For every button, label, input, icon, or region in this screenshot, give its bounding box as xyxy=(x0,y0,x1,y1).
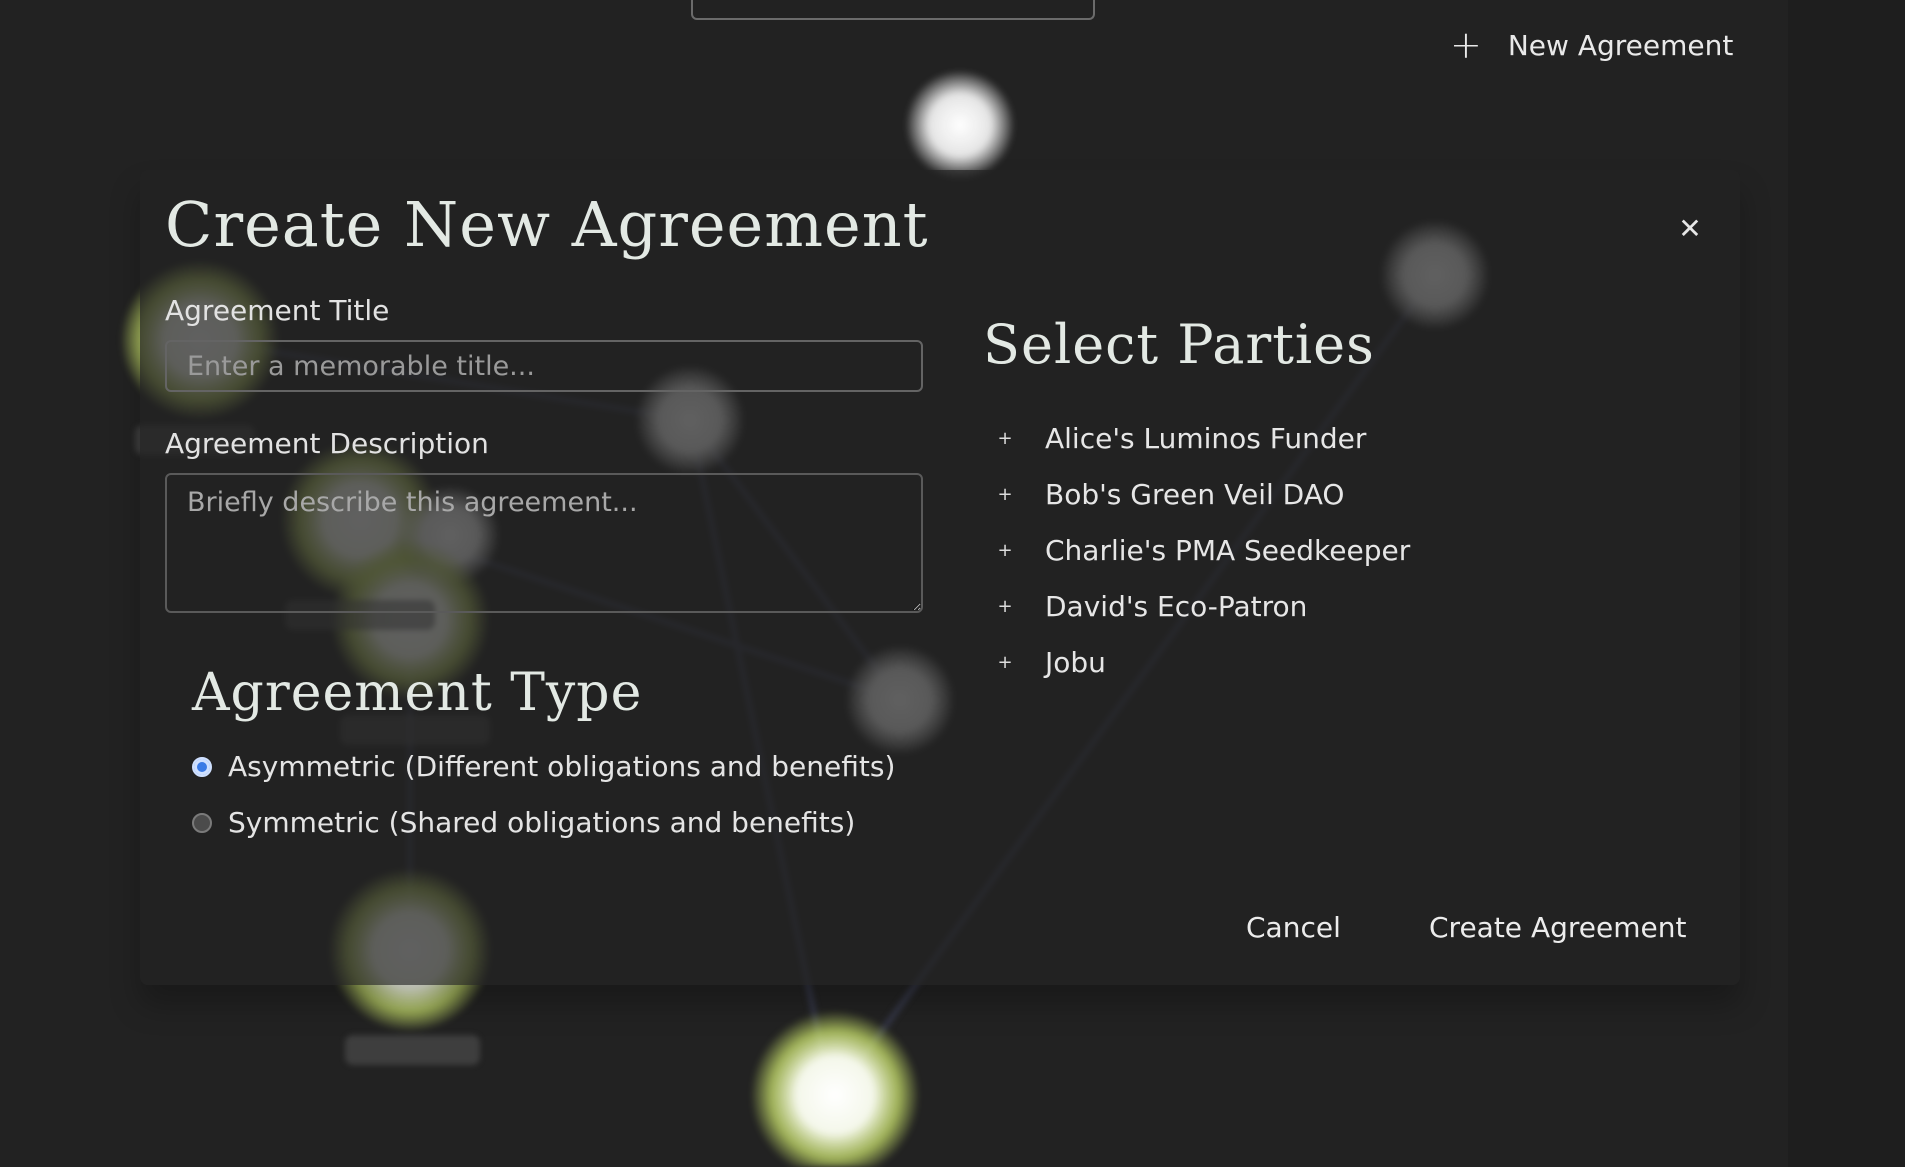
right-edge-panel xyxy=(1788,0,1905,1167)
plus-icon: + xyxy=(997,427,1013,449)
party-item-label: Charlie's PMA Seedkeeper xyxy=(1045,533,1411,567)
agreement-title-label: Agreement Title xyxy=(165,294,390,327)
party-item-label: David's Eco-Patron xyxy=(1045,589,1308,623)
party-item-charlie[interactable]: + Charlie's PMA Seedkeeper xyxy=(995,522,1410,578)
new-agreement-button[interactable]: + New Agreement xyxy=(1450,26,1733,64)
radio-asymmetric-label: Asymmetric (Different obligations and be… xyxy=(228,750,896,783)
party-item-label: Alice's Luminos Funder xyxy=(1045,421,1367,455)
agreement-description-label: Agreement Description xyxy=(165,427,489,460)
graph-node xyxy=(905,70,1015,180)
party-item-label: Jobu xyxy=(1045,645,1106,679)
plus-icon: + xyxy=(997,483,1013,505)
modal-title: Create New Agreement xyxy=(165,188,929,261)
party-item-bob[interactable]: + Bob's Green Veil DAO xyxy=(995,466,1410,522)
create-agreement-button[interactable]: Create Agreement xyxy=(1429,905,1686,950)
graph-node xyxy=(750,1010,920,1167)
new-agreement-label: New Agreement xyxy=(1507,28,1734,62)
party-item-alice[interactable]: + Alice's Luminos Funder xyxy=(995,410,1410,466)
party-item-label: Bob's Green Veil DAO xyxy=(1045,477,1345,511)
plus-icon: + xyxy=(997,651,1013,673)
select-parties-heading: Select Parties xyxy=(983,313,1375,376)
agreement-title-input[interactable] xyxy=(165,340,923,392)
agreement-type-heading: Agreement Type xyxy=(192,663,643,723)
top-search-field[interactable] xyxy=(691,0,1095,20)
close-button[interactable]: ✕ xyxy=(1672,210,1708,246)
party-list: + Alice's Luminos Funder + Bob's Green V… xyxy=(995,410,1410,690)
radio-button-checked[interactable] xyxy=(192,756,212,777)
plus-icon: + xyxy=(997,595,1013,617)
plus-icon: + xyxy=(1450,23,1482,67)
close-icon: ✕ xyxy=(1678,211,1702,245)
radio-symmetric[interactable]: Symmetric (Shared obligations and benefi… xyxy=(192,806,855,839)
party-item-david[interactable]: + David's Eco-Patron xyxy=(995,578,1410,634)
radio-button-unchecked[interactable] xyxy=(192,812,212,833)
create-agreement-modal: Create New Agreement ✕ Agreement Title A… xyxy=(140,170,1740,985)
radio-symmetric-label: Symmetric (Shared obligations and benefi… xyxy=(228,806,856,839)
radio-asymmetric[interactable]: Asymmetric (Different obligations and be… xyxy=(192,750,895,783)
cancel-button[interactable]: Cancel xyxy=(1246,905,1341,950)
agreement-description-textarea[interactable] xyxy=(165,473,923,613)
plus-icon: + xyxy=(997,539,1013,561)
party-item-jobu[interactable]: + Jobu xyxy=(995,634,1410,690)
